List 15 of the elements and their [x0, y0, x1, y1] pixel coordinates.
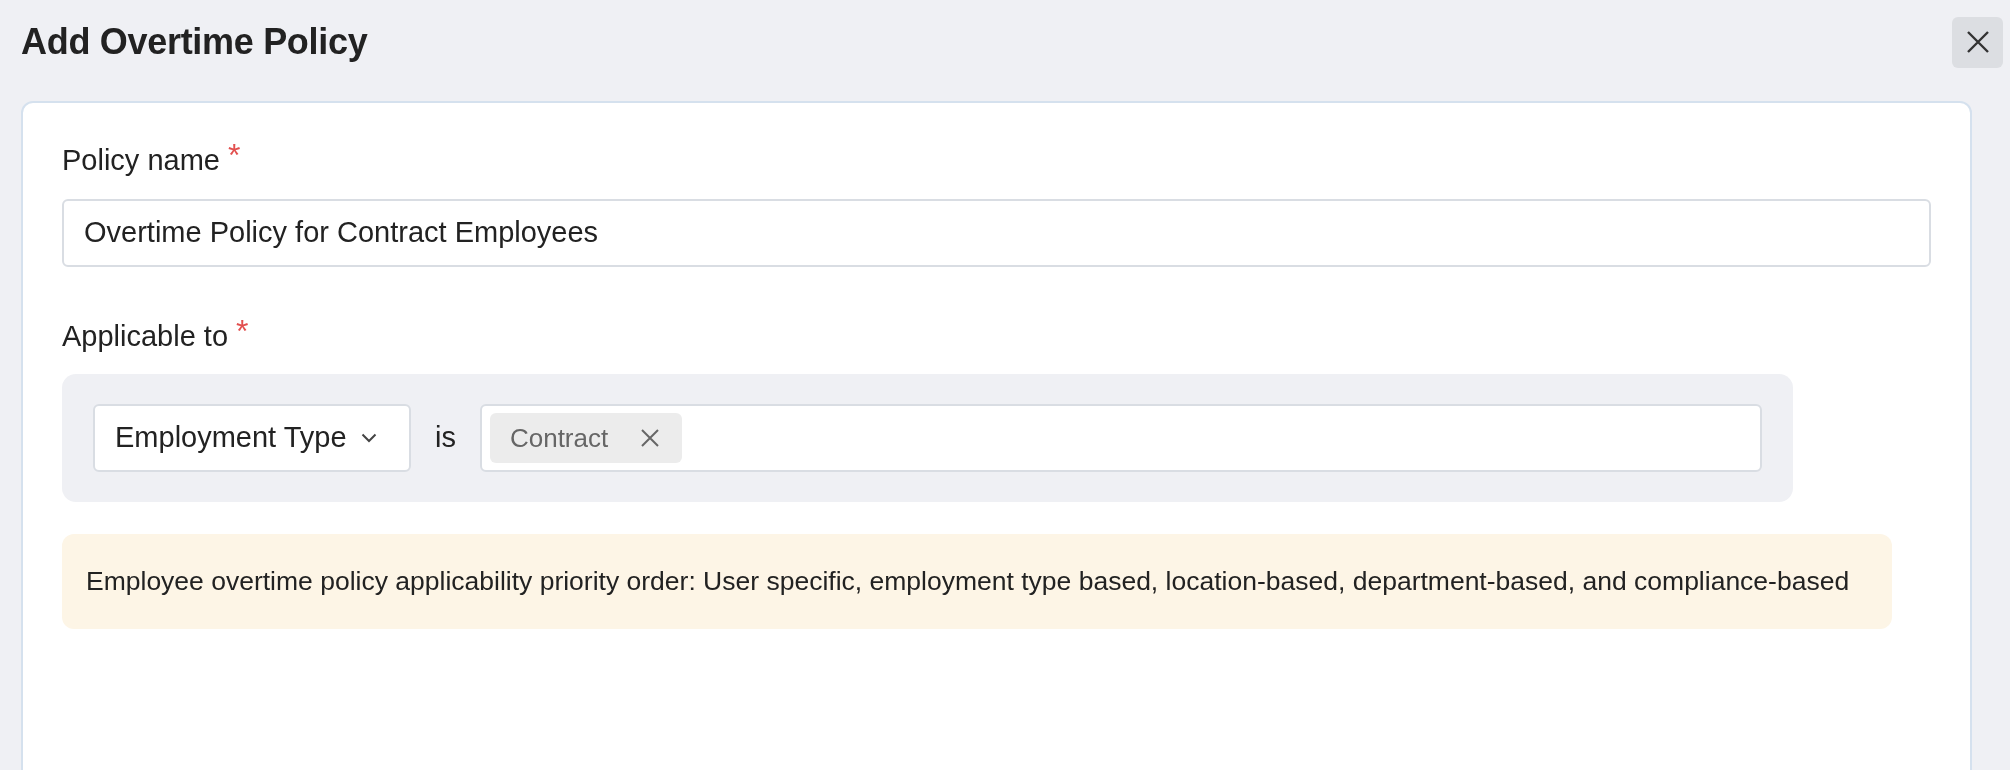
field-label: Applicable to	[62, 318, 229, 354]
operator-text: is	[435, 420, 456, 456]
policy-name-input[interactable]: Overtime Policy for Contract Employees	[62, 198, 1931, 267]
dialog-title: Add Overtime Policy	[21, 20, 368, 64]
chevron-down-icon	[360, 433, 377, 443]
value-chip: Contract	[489, 413, 683, 463]
field-label: Policy name	[62, 143, 220, 178]
remove-icon[interactable]	[640, 428, 661, 448]
info-note: Employee overtime policy applicability priority order: User specific, employment type based, location-based, department-based, and compliance-based	[62, 534, 1892, 629]
close-button[interactable]	[1952, 16, 2003, 68]
required-asterisk: *	[236, 314, 249, 347]
field-dropdown[interactable]: Employment Type	[93, 404, 411, 472]
values-input[interactable]: Contract	[479, 404, 1762, 472]
close-icon	[1965, 30, 1990, 54]
required-asterisk: *	[227, 139, 241, 171]
